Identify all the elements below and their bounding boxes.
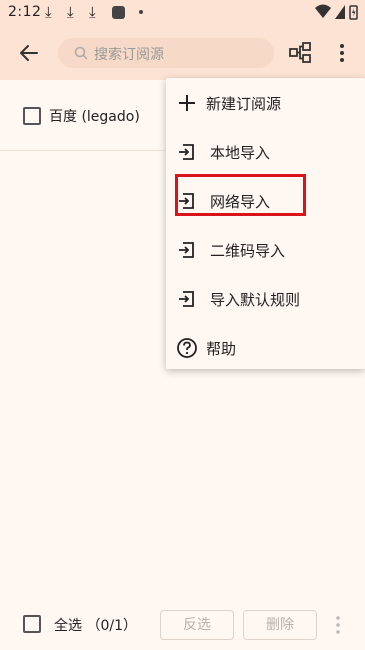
back-button[interactable]	[14, 38, 44, 68]
menu-item-label: 二维码导入	[210, 242, 286, 260]
select-all-label: 全选 （0/1）	[54, 618, 137, 634]
plus-icon	[179, 95, 195, 111]
download-icon: ⤓	[67, 3, 74, 21]
menu-item-label: 新建订阅源	[206, 95, 282, 113]
menu-item-label: 本地导入	[210, 144, 271, 162]
arrow-back-icon	[20, 45, 38, 61]
menu-item-new-source[interactable]: 新建订阅源	[166, 78, 365, 127]
help-icon	[177, 338, 197, 358]
download-icon: ⤓	[89, 3, 96, 21]
search-placeholder: 搜索订阅源	[94, 47, 164, 63]
menu-item-qrcode-import[interactable]: 二维码导入	[166, 225, 365, 274]
menu-item-help[interactable]: 帮助	[166, 323, 365, 372]
wifi-icon	[315, 4, 358, 20]
bottom-action-bar: 全选 （0/1） 反选 删除	[0, 600, 365, 650]
menu-item-label: 导入默认规则	[210, 291, 301, 309]
item-checkbox[interactable]	[23, 107, 41, 125]
menu-item-local-import[interactable]: 本地导入	[166, 127, 365, 176]
search-icon	[74, 46, 88, 60]
group-icon	[289, 42, 311, 63]
import-icon	[179, 291, 194, 307]
import-icon	[179, 144, 194, 160]
menu-item-import-default-rules[interactable]: 导入默认规则	[166, 274, 365, 323]
more-vert-icon[interactable]	[332, 614, 344, 636]
more-options-button[interactable]	[332, 40, 352, 66]
item-label: 百度 (legado)	[49, 109, 140, 125]
download-icon: ⤓	[45, 3, 52, 21]
notification-dot-icon	[139, 10, 143, 14]
status-icons	[313, 3, 359, 25]
highlight-annotation-box	[175, 174, 306, 216]
search-input[interactable]: 搜索订阅源	[58, 38, 274, 68]
signal-icon	[335, 5, 345, 19]
status-bar: 2:12 ⤓ ⤓ ⤓	[0, 0, 365, 26]
notification-app-icon	[112, 6, 125, 19]
group-button[interactable]	[288, 40, 314, 66]
select-all-checkbox[interactable]	[23, 615, 41, 633]
delete-button[interactable]: 删除	[243, 610, 317, 640]
overflow-menu: 新建订阅源 本地导入 网络导入 二维码导入 导入默认规则 帮助	[166, 78, 365, 369]
status-time: 2:12	[8, 4, 42, 20]
invert-selection-button[interactable]: 反选	[160, 610, 234, 640]
menu-item-label: 帮助	[206, 340, 237, 358]
app-bar: 搜索订阅源	[0, 26, 365, 80]
import-icon	[179, 242, 194, 258]
more-vert-icon	[340, 44, 344, 62]
